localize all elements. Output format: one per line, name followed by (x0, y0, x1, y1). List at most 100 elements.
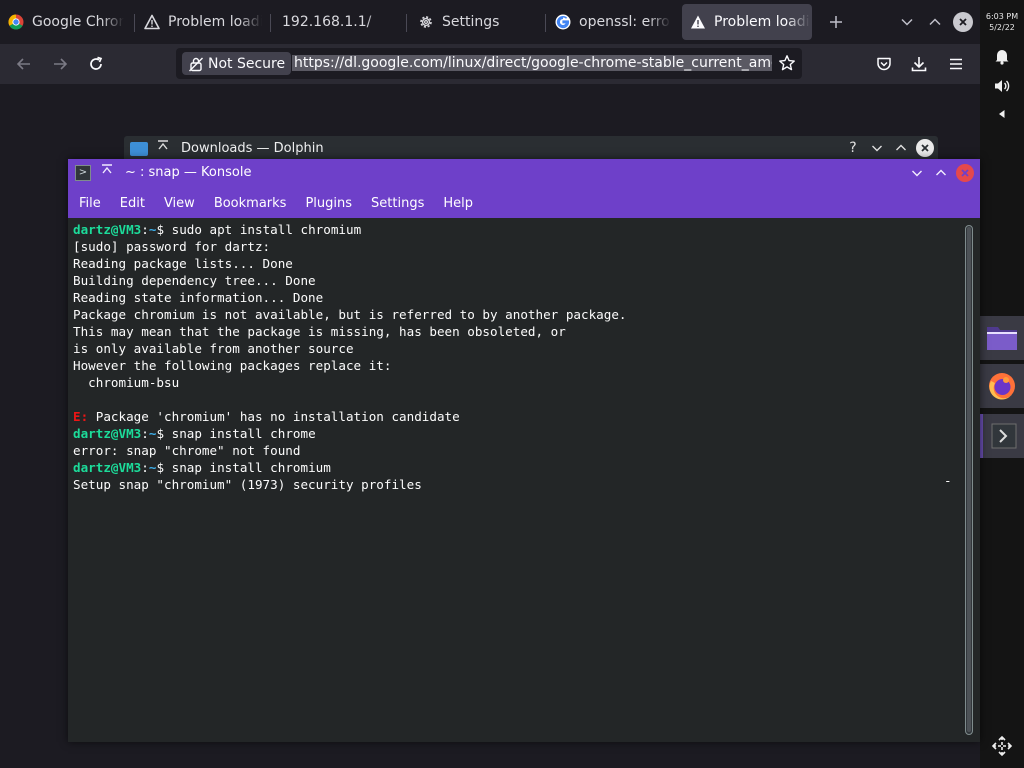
menu-view[interactable]: View (156, 196, 203, 211)
downloads-button[interactable] (907, 52, 931, 76)
dolphin-maximize-button[interactable] (892, 139, 910, 157)
bookmark-star-button[interactable] (776, 52, 798, 74)
chevron-up-icon (929, 18, 941, 26)
tab-problem-loading-active[interactable]: Problem loading page (682, 4, 812, 40)
warning-icon (690, 14, 706, 30)
tab-separator (545, 14, 546, 32)
list-all-tabs-button[interactable] (895, 10, 919, 34)
konsole-minimize-button[interactable] (908, 164, 926, 182)
question-mark-icon: ? (849, 140, 857, 156)
plus-icon (830, 16, 842, 28)
konsole-title: ~ : snap — Konsole (125, 165, 252, 180)
output-text: error: snap "chrome" not found (73, 443, 301, 458)
error-prefix: E: (73, 409, 89, 424)
close-icon (959, 18, 967, 26)
tab-problem-loading-1[interactable]: Problem loading page (144, 4, 264, 40)
new-tab-button[interactable] (824, 10, 848, 34)
dolphin-window-titlebar[interactable]: Downloads — Dolphin ? (124, 136, 938, 160)
output-text: Reading state information... Done (73, 290, 324, 305)
clock-date: 5/2/22 (989, 23, 1015, 32)
menu-settings[interactable]: Settings (363, 196, 432, 211)
star-icon (779, 55, 795, 71)
keep-above-icon[interactable] (156, 139, 170, 157)
chevron-up-icon (936, 169, 946, 176)
tab-separator (406, 14, 407, 32)
app-menu-button[interactable] (944, 52, 968, 76)
pocket-icon (877, 57, 891, 71)
move-arrows-icon (991, 735, 1013, 757)
taskbar-dolphin[interactable] (980, 316, 1024, 360)
output-text: chromium-bsu (73, 375, 180, 390)
prompt-punctuation: $ (156, 460, 172, 475)
prompt-user-host: dartz@VM3 (73, 460, 142, 475)
tab-google-chrome[interactable]: Google Chrome (8, 4, 128, 40)
konsole-maximize-button[interactable] (932, 164, 950, 182)
show-hidden-icons-button[interactable] (990, 102, 1014, 126)
tab-openssl-error[interactable]: openssl: error (555, 4, 673, 40)
arrow-left-icon (16, 58, 30, 70)
firefox-icon (989, 373, 1015, 400)
output-text: Setup snap "chromium" (1973) security pr… (73, 477, 422, 492)
folder-icon (987, 327, 1017, 350)
output-text: Package chromium is not available, but i… (73, 307, 627, 322)
prompt-user-host: dartz@VM3 (73, 222, 142, 237)
chevron-up-icon (896, 144, 906, 151)
dolphin-minimize-button[interactable] (868, 139, 886, 157)
security-label: Not Secure (208, 55, 286, 72)
triangle-left-icon (999, 110, 1005, 118)
arrow-right-icon (54, 58, 68, 70)
terminal-output[interactable]: dartz@VM3:~$ sudo apt install chromium [s… (73, 221, 958, 736)
prompt-punctuation: : (141, 426, 149, 441)
taskbar-firefox[interactable] (980, 364, 1024, 408)
menu-bookmarks[interactable]: Bookmarks (206, 196, 295, 211)
clock-time: 6:03 PM (985, 12, 1019, 21)
prompt-punctuation: $ (156, 426, 172, 441)
reload-button[interactable] (84, 52, 108, 76)
browser-close-button[interactable] (953, 12, 973, 32)
menu-edit[interactable]: Edit (112, 196, 153, 211)
terminal-line: is only available from another source (73, 340, 958, 357)
konsole-titlebar[interactable]: > ~ : snap — Konsole (68, 159, 980, 188)
url-bar[interactable]: Not Secure https://dl.google.com/linux/d… (176, 48, 802, 79)
tab-separator (134, 14, 135, 32)
prompt-punctuation: $ (156, 222, 172, 237)
tab-settings[interactable]: Settings (418, 4, 538, 40)
menu-help[interactable]: Help (435, 196, 481, 211)
tab-label: 192.168.1.1/ (282, 14, 372, 30)
digital-clock[interactable]: 6:03 PM 5/2/22 (980, 11, 1024, 33)
keep-above-icon[interactable] (100, 163, 114, 181)
output-text: Building dependency tree... Done (73, 273, 316, 288)
notifications-button[interactable] (990, 44, 1014, 68)
menu-plugins[interactable]: Plugins (297, 196, 360, 211)
dolphin-title: Downloads — Dolphin (181, 141, 324, 156)
google-icon (555, 14, 571, 30)
pocket-button[interactable] (872, 52, 896, 76)
tab-label: openssl: error (579, 14, 671, 30)
not-secure-indicator[interactable]: Not Secure (182, 52, 292, 75)
terminal-line: dartz@VM3:~$ sudo apt install chromium (73, 221, 958, 238)
prompt-user-host: dartz@VM3 (73, 426, 142, 441)
konsole-app-icon[interactable]: > (75, 165, 91, 181)
terminal-line: E: Package 'chromium' has no installatio… (73, 408, 958, 425)
konsole-icon (991, 423, 1016, 449)
menu-file[interactable]: File (71, 196, 109, 211)
tab-label: Google Chrome (32, 14, 124, 30)
taskbar-konsole[interactable] (980, 414, 1024, 458)
command-text: sudo apt install chromium (171, 222, 362, 237)
download-icon (911, 57, 927, 72)
back-button[interactable] (12, 52, 36, 76)
terminal-scrollbar[interactable] (965, 225, 973, 735)
panel-configure-button[interactable] (990, 734, 1014, 758)
hamburger-menu-icon (950, 58, 962, 70)
scrollbar-thumb[interactable] (967, 227, 971, 732)
output-text: is only available from another source (73, 341, 354, 356)
tab-router[interactable]: 192.168.1.1/ (282, 4, 402, 40)
terminal-line: Package chromium is not available, but i… (73, 306, 958, 323)
forward-button[interactable] (48, 52, 72, 76)
volume-button[interactable] (990, 74, 1014, 98)
dolphin-help-button[interactable]: ? (844, 139, 862, 157)
konsole-close-button[interactable] (956, 164, 974, 182)
url-text[interactable]: https://dl.google.com/linux/direct/googl… (292, 53, 772, 73)
dolphin-close-button[interactable] (916, 139, 934, 157)
maximize-button[interactable] (923, 10, 947, 34)
